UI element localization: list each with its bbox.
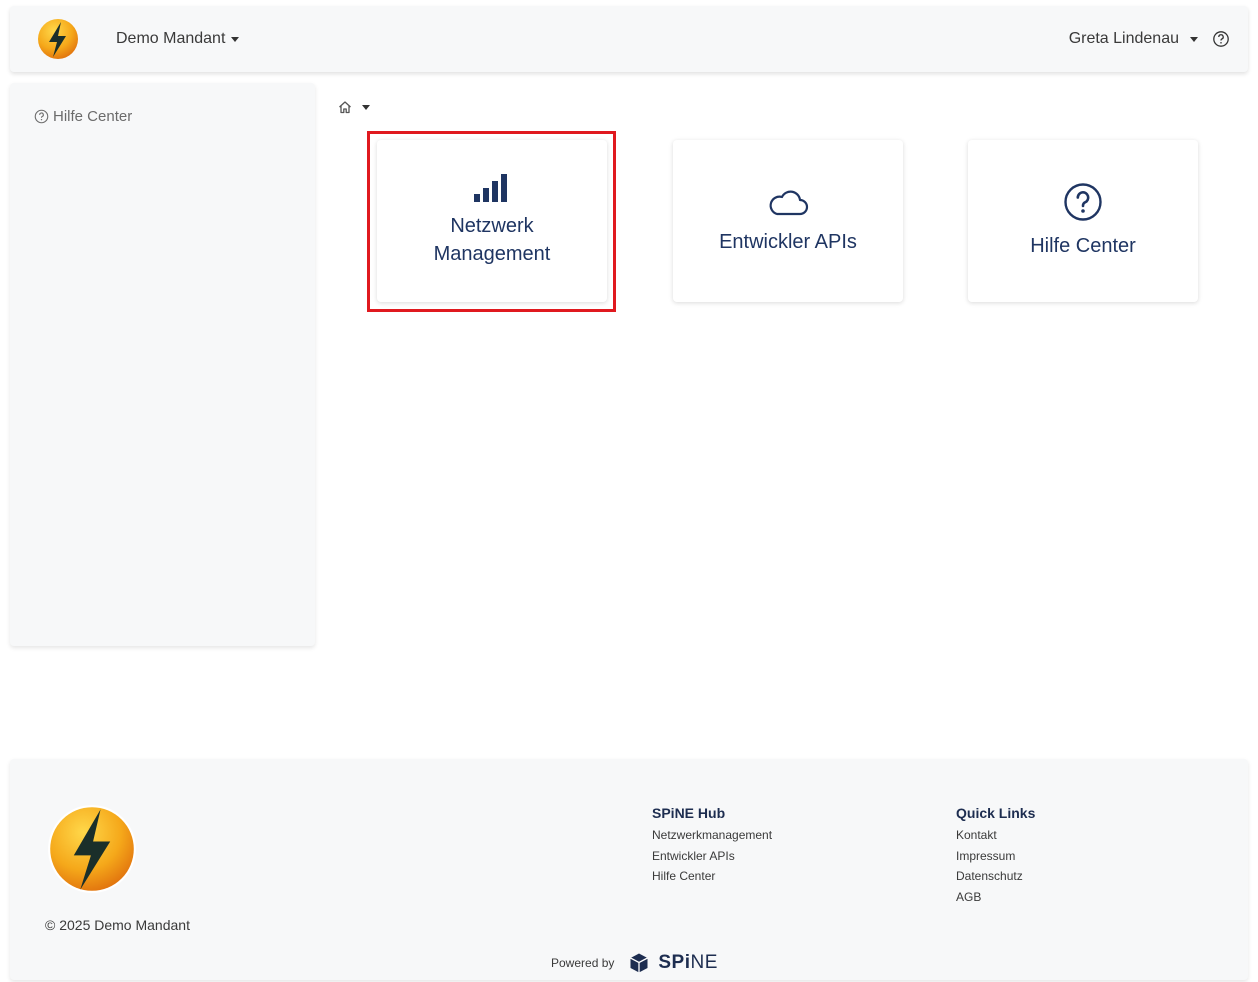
powered-by-label: Powered by [551, 956, 615, 970]
card-entwickler-apis[interactable]: Entwickler APIs [673, 140, 903, 302]
brand-logo-icon[interactable] [37, 18, 79, 60]
user-name: Greta Lindenau [1068, 30, 1179, 47]
chevron-down-icon [1190, 36, 1198, 42]
chevron-down-icon [231, 36, 240, 42]
footer: © 2025 Demo Mandant SPiNE Hub Netzwerkma… [10, 759, 1248, 980]
sidebar-item-hilfe-center[interactable]: Hilfe Center [34, 108, 132, 125]
footer-column-title: SPiNE Hub [652, 805, 726, 821]
spine-wordmark-light: NE [690, 952, 718, 973]
footer-column-quick-links: Quick Links Kontakt Impressum Datenschut… [956, 805, 1035, 907]
sidebar: Hilfe Center [10, 83, 315, 646]
footer-link-kontakt[interactable]: Kontakt [956, 825, 1035, 846]
card-label: Netzwerk Management [433, 215, 551, 265]
breadcrumb[interactable] [337, 99, 370, 115]
tenant-dropdown[interactable]: Demo Mandant [116, 30, 240, 48]
chevron-down-icon [362, 104, 370, 110]
card-hilfe-center[interactable]: Hilfe Center [968, 140, 1198, 302]
footer-link-agb[interactable]: AGB [956, 887, 1035, 908]
footer-column-title: Quick Links [956, 805, 1036, 821]
footer-column-spine-hub: SPiNE Hub Netzwerkmanagement Entwickler … [652, 805, 772, 887]
copyright-text: © 2025 Demo Mandant [45, 917, 190, 933]
tenant-label: Demo Mandant [116, 30, 226, 47]
card-netzwerk-management[interactable]: Netzwerk Management [377, 140, 607, 302]
signal-bars-icon [474, 174, 507, 202]
footer-link-impressum[interactable]: Impressum [956, 846, 1035, 867]
help-icon[interactable] [1212, 30, 1230, 48]
home-icon [339, 101, 351, 114]
footer-link-datenschutz[interactable]: Datenschutz [956, 866, 1035, 887]
cloud-icon [769, 190, 809, 216]
top-navbar: Demo Mandant Greta Lindenau [10, 6, 1248, 72]
card-label: Hilfe Center [1030, 235, 1136, 257]
spine-wordmark-bold: SPi [658, 952, 691, 973]
spine-wordmark: SPiNE [658, 952, 718, 974]
sidebar-item-label: Hilfe Center [53, 108, 133, 125]
footer-brand-logo-icon [48, 805, 136, 893]
footer-link-entwickler-apis[interactable]: Entwickler APIs [652, 846, 772, 867]
powered-by[interactable]: Powered by SPiNE [551, 952, 718, 974]
footer-link-hilfe-center[interactable]: Hilfe Center [652, 866, 772, 887]
spine-cube-icon [630, 953, 649, 973]
card-label: Entwickler APIs [719, 231, 857, 253]
help-circle-icon [34, 109, 49, 124]
footer-link-netzwerkmanagement[interactable]: Netzwerkmanagement [652, 825, 772, 846]
user-menu-dropdown[interactable]: Greta Lindenau [1069, 30, 1198, 48]
question-circle-icon [1064, 183, 1102, 221]
